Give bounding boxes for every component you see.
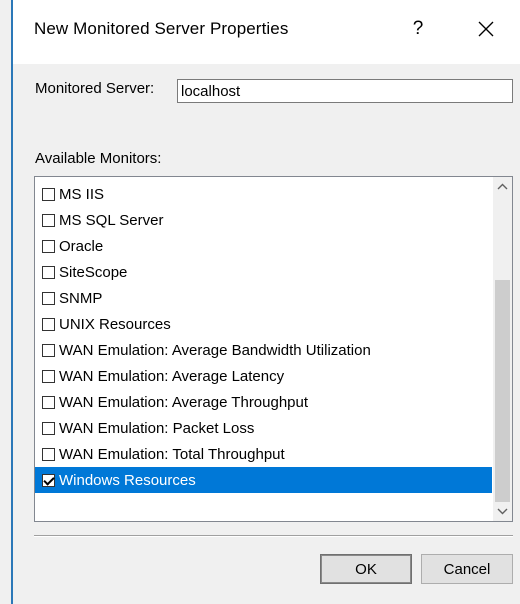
monitor-label: MS SQL Server: [59, 211, 164, 229]
monitor-list-item[interactable]: WAN Emulation: Average Bandwidth Utiliza…: [35, 337, 492, 363]
scroll-thumb[interactable]: [495, 280, 510, 502]
monitor-checkbox[interactable]: [42, 265, 55, 279]
chevron-up-icon: [497, 183, 508, 190]
monitor-list-item[interactable]: WAN Emulation: Packet Loss: [35, 415, 492, 441]
available-monitors-label: Available Monitors:: [35, 150, 162, 167]
monitor-list-item[interactable]: Oracle: [35, 233, 492, 259]
monitor-label: WAN Emulation: Average Latency: [59, 367, 285, 385]
monitor-checkbox[interactable]: [42, 213, 55, 227]
separator: [34, 535, 513, 537]
monitor-checkbox[interactable]: [42, 447, 55, 461]
monitor-list-item[interactable]: SiteScope: [35, 259, 492, 285]
monitor-checkbox[interactable]: [42, 239, 55, 253]
monitor-checkbox[interactable]: [42, 291, 55, 305]
vertical-scrollbar[interactable]: [493, 177, 512, 521]
monitor-checkbox[interactable]: [42, 369, 55, 383]
monitor-checkbox[interactable]: [42, 343, 55, 357]
monitor-label: SNMP: [59, 289, 103, 307]
monitor-label: WAN Emulation: Total Throughput: [59, 445, 285, 463]
monitored-server-dialog: New Monitored Server Properties ? Monito…: [11, 0, 520, 604]
monitor-checkbox[interactable]: [42, 187, 55, 201]
monitor-label: Windows Resources: [59, 471, 196, 489]
monitor-list-item[interactable]: WAN Emulation: Total Throughput: [35, 441, 492, 467]
monitor-label: Oracle: [59, 237, 104, 255]
chevron-down-icon: [497, 508, 508, 515]
scroll-up-button[interactable]: [493, 177, 512, 196]
help-button[interactable]: ?: [403, 14, 433, 44]
monitor-checkbox[interactable]: [42, 395, 55, 409]
monitor-label: SiteScope: [59, 263, 128, 281]
monitor-checkbox[interactable]: [42, 317, 55, 331]
cancel-button[interactable]: Cancel: [421, 554, 513, 584]
available-monitors-list[interactable]: MS IIS MS SQL Server Oracle SiteScope SNMP UN…: [34, 176, 513, 522]
monitor-label: WAN Emulation: Average Bandwidth Utiliza…: [59, 341, 371, 359]
monitor-checkbox[interactable]: [42, 473, 55, 487]
close-button[interactable]: [471, 14, 501, 44]
monitor-label: UNIX Resources: [59, 315, 171, 333]
close-icon: [478, 21, 494, 37]
scroll-down-button[interactable]: [493, 502, 512, 521]
monitor-list-item[interactable]: Windows Resources: [35, 467, 492, 493]
monitor-list-item[interactable]: UNIX Resources: [35, 311, 492, 337]
monitor-label: WAN Emulation: Average Throughput: [59, 393, 309, 411]
monitor-list-item[interactable]: SNMP: [35, 285, 492, 311]
title-bar[interactable]: New Monitored Server Properties ?: [13, 0, 520, 64]
monitor-checkbox[interactable]: [42, 421, 55, 435]
dialog-title: New Monitored Server Properties: [34, 19, 289, 38]
monitor-list-item[interactable]: WAN Emulation: Average Latency: [35, 363, 492, 389]
monitor-list-item[interactable]: MS IIS: [35, 181, 492, 207]
monitor-label: WAN Emulation: Packet Loss: [59, 419, 255, 437]
ok-button[interactable]: OK: [320, 554, 412, 584]
monitor-label: MS IIS: [59, 185, 105, 203]
monitored-server-label: Monitored Server:: [35, 80, 155, 97]
monitor-list-item[interactable]: WAN Emulation: Average Throughput: [35, 389, 492, 415]
monitor-list-items: MS IIS MS SQL Server Oracle SiteScope SNMP UN…: [35, 181, 492, 493]
monitored-server-input[interactable]: [177, 79, 513, 103]
monitor-list-item[interactable]: MS SQL Server: [35, 207, 492, 233]
